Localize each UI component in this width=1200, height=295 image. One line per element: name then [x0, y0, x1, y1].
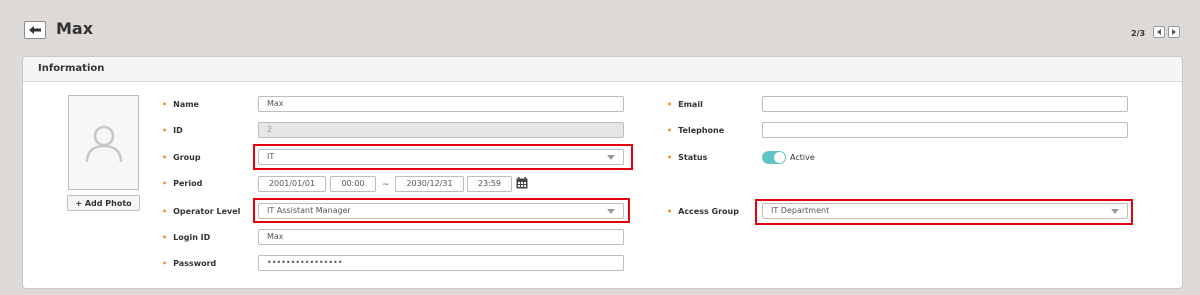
toggle-knob [774, 152, 785, 163]
period-start-time[interactable]: 00:00 [330, 176, 376, 192]
email-label: • Email [667, 100, 703, 109]
period-start-date[interactable]: 2001/01/01 [258, 176, 326, 192]
status-value: Active [790, 153, 815, 162]
status-toggle[interactable] [762, 151, 786, 164]
pager-indicator: 2/3 [1131, 29, 1146, 38]
add-photo-button[interactable]: + Add Photo [67, 195, 140, 211]
operator-level-value: IT Assistant Manager [267, 206, 351, 215]
access-group-value: IT Department [771, 206, 830, 215]
next-page-button[interactable] [1168, 26, 1180, 38]
arrow-left-icon [29, 26, 41, 34]
back-button[interactable] [24, 21, 46, 39]
triangle-right-icon [1172, 29, 1176, 35]
chevron-down-icon [607, 155, 615, 160]
previous-page-button[interactable] [1153, 26, 1165, 38]
name-label: • Name [162, 100, 199, 109]
login-id-label: • Login ID [162, 233, 211, 242]
chevron-down-icon [1111, 209, 1119, 214]
status-label: • Status [667, 153, 708, 162]
access-group-label: • Access Group [667, 207, 739, 216]
period-separator: ~ [382, 180, 390, 190]
user-silhouette-icon [85, 125, 122, 162]
calendar-icon[interactable] [516, 177, 528, 189]
chevron-down-icon [607, 209, 615, 214]
period-end-time[interactable]: 23:59 [467, 176, 512, 192]
telephone-label: • Telephone [667, 126, 725, 135]
triangle-left-icon [1157, 29, 1161, 35]
photo-placeholder [68, 95, 139, 190]
id-label: • ID [162, 126, 183, 135]
period-end-date[interactable]: 2030/12/31 [395, 176, 464, 192]
email-field[interactable] [762, 96, 1128, 112]
operator-level-select[interactable]: IT Assistant Manager [258, 203, 624, 219]
name-field[interactable]: Max [258, 96, 624, 112]
group-select-value: IT [267, 152, 275, 161]
panel-title: Information [23, 57, 1182, 82]
period-label: • Period [162, 179, 203, 188]
login-id-field[interactable]: Max [258, 229, 624, 245]
password-field[interactable]: •••••••••••••••• [258, 255, 624, 271]
telephone-field[interactable] [762, 122, 1128, 138]
operator-level-label: • Operator Level [162, 207, 241, 216]
access-group-select[interactable]: IT Department [762, 203, 1128, 219]
page-title: Max [56, 19, 94, 38]
group-select[interactable]: IT [258, 149, 624, 165]
password-label: • Password [162, 259, 217, 268]
group-label: • Group [162, 153, 201, 162]
id-field: 2 [258, 122, 624, 138]
